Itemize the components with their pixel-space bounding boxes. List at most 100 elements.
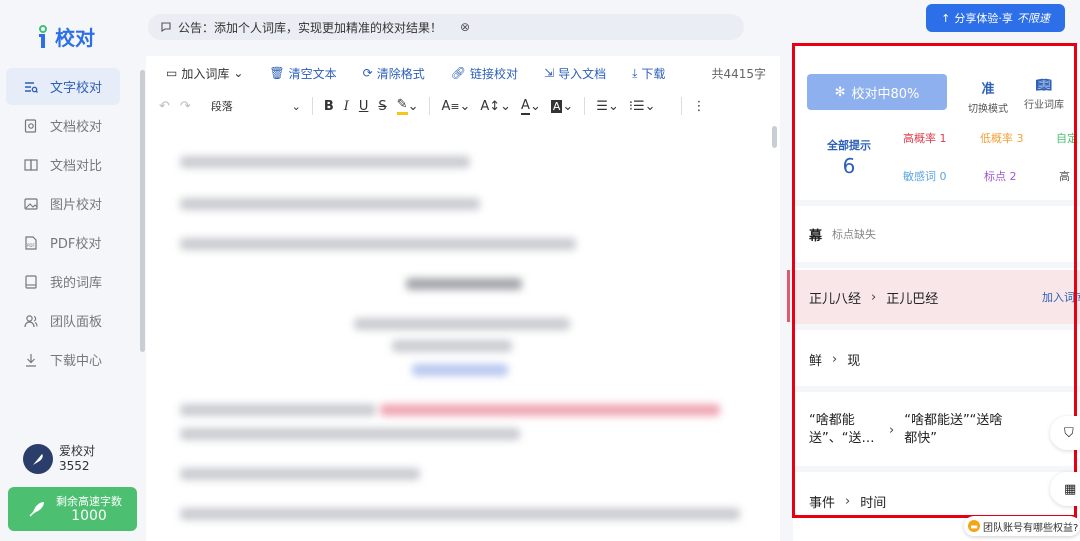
user-info: 爱校对 3552 [59,444,95,474]
clear-format-button[interactable]: ⟳ 清除格式 [363,65,425,82]
qr-code-icon[interactable]: ▦ [1050,472,1080,506]
sidebar-item-my-dictionary[interactable]: 我的词库 [6,263,120,300]
divider [429,97,431,115]
highlight-icon[interactable]: ✎ ⌄ [392,94,424,118]
undo-icon[interactable]: ↶ [154,94,175,118]
download-icon [24,353,38,367]
line-height-icon[interactable]: A↕⌄ [475,94,516,118]
switch-mode-button[interactable]: 准 切换模式 [968,78,1008,115]
sidebar-item-document-check[interactable]: 文档校对 [6,107,120,144]
logo-icon [39,24,47,48]
all-tips-tab[interactable]: 全部提示 6 [827,137,871,179]
switch-mode-label: 切换模式 [968,104,1008,115]
custom-tab[interactable]: 自定 [1056,130,1078,146]
link-check-button[interactable]: 🔗︎ 链接校对 [451,65,518,82]
spinner-icon: ✻ [834,84,846,100]
refresh-icon: ⟳ [362,66,373,80]
checking-progress-button[interactable]: ✻ 校对中80% [807,74,947,110]
rocket-icon [29,502,44,517]
issue-item[interactable]: 幕 标点缺失 [793,206,1080,262]
download-button[interactable]: ⤓ 下载 [632,65,665,82]
sidebar-item-text-check[interactable]: 文字校对 [6,68,120,105]
quota-button[interactable]: 剩余高速字数 1000 [8,487,137,531]
issue-original: 鲜 [809,353,823,369]
redo-icon[interactable]: ↷ [175,94,196,118]
sidebar-item-label: PDF校对 [50,237,102,252]
high-probability-tab[interactable]: 高概率 1 [903,130,947,146]
share-button[interactable]: ↑ 分享体验·享 不限速 [926,4,1065,32]
divider [680,97,682,115]
user-name: 爱校对 [59,444,96,458]
sidebar-item-document-compare[interactable]: 文档对比 [6,146,120,183]
add-dictionary-button[interactable]: ▭ 加入词库 ⌄ [166,65,243,82]
format-toolbar: ↶ ↷ 段落 ⌄ B I U S ✎ ⌄ A ≡ ⌄ A↕⌄ A ⌄ A ⌄ ☰⌄ ⁝☰⌄… [154,94,774,118]
issue-note: 标点缺失 [832,228,877,241]
feather-icon [33,454,43,465]
quota-label: 剩余高速字数 [56,495,122,508]
quota-text: 剩余高速字数 1000 [56,494,122,524]
notice-close-icon[interactable]: ⊗ [460,20,470,34]
bold-icon[interactable]: B [319,94,339,118]
issue-suggestion: 现 [847,353,861,369]
sidebar-item-label: 图片校对 [50,198,103,213]
issue-item[interactable]: “啥都能送”、“送… › “啥都能送”“送啥都快” [793,394,1080,466]
sidebar: 校对 文字校对 文档校对 文档对比 图片校对 PDF PDF校对 我的词库 团队… [0,0,145,541]
sidebar-item-pdf-check[interactable]: PDF PDF校对 [6,224,120,261]
chat-icon: ▬ [968,520,980,532]
user-id: 3552 [59,459,90,473]
add-to-dictionary-link[interactable]: 加入词库 [1042,289,1080,305]
sidebar-item-download-center[interactable]: 下载中心 [6,341,120,378]
shield-icon[interactable]: ⛉ [1050,416,1080,450]
italic-icon[interactable]: I [339,94,354,118]
sidebar-nav: 文字校对 文档校对 文档对比 图片校对 PDF PDF校对 我的词库 团队面板 … [6,68,120,380]
team-benefits-badge[interactable]: ▬ 团队账号有哪些权益? [964,516,1080,536]
mode-icon: 准 [981,82,995,97]
paragraph-select[interactable]: 段落 ⌄ [206,94,306,118]
checking-label: 校对中80% [851,86,920,102]
issue-item[interactable]: 鲜 › 现 [793,332,1080,386]
industry-dictionary-button[interactable]: 📖︎ 行业词库 [1024,78,1064,111]
font-size-icon[interactable]: A ≡ ⌄ [436,94,475,118]
punctuation-tab[interactable]: 标点 2 [984,168,1017,184]
document-check-icon [24,118,38,133]
align-icon[interactable]: ☰⌄ [591,94,624,118]
arrow-right-icon: › [845,493,851,509]
import-document-button[interactable]: ⇲ 导入文档 [544,65,606,82]
more-icon[interactable]: ⋮ [688,94,711,118]
paragraph-select-value: 段落 [210,100,233,113]
strikethrough-icon[interactable]: S [373,94,391,118]
underline-icon[interactable]: U [354,94,374,118]
sensitive-words-tab[interactable]: 敏感词 0 [903,168,947,184]
high-risk-tab[interactable]: 高 [1059,168,1070,184]
all-tips-label: 全部提示 [827,139,871,152]
panel-header: ✻ 校对中80% 准 切换模式 📖︎ 行业词库 全部提示 6 高概率 1 低概率… [793,44,1080,202]
clear-text-button[interactable]: 🗑︎ 清空文本 [269,65,336,82]
list-icon[interactable]: ⁝☰⌄ [624,94,661,118]
editor-scrollbar[interactable] [772,126,777,148]
issue-suggestion: 时间 [860,495,887,511]
text-check-icon [24,80,38,94]
issue-item-active[interactable]: 正儿八经 › 正儿巴经 加入词库 [793,270,1080,324]
image-check-icon [24,197,38,211]
clear-text-label: 清空文本 [288,66,337,81]
app-logo[interactable]: 校对 [35,22,95,51]
font-color-icon[interactable]: A ⌄ [516,94,546,118]
user-profile[interactable]: 爱校对 3552 [23,444,95,474]
editor-toolbar: ▭ 加入词库 ⌄ 🗑︎ 清空文本 ⟳ 清除格式 🔗︎ 链接校对 ⇲ 导入文档 ⤓… [166,64,766,82]
low-probability-tab[interactable]: 低概率 3 [980,130,1024,146]
sidebar-scrollbar[interactable] [140,70,145,352]
divider [793,386,1080,392]
clear-format-label: 清除格式 [376,66,425,81]
sidebar-item-label: 文档对比 [50,159,103,174]
download-icon: ⤓ [632,65,638,80]
document-content-blurred[interactable] [146,134,768,541]
link-icon: 🔗︎ [450,66,466,80]
editor: ▭ 加入词库 ⌄ 🗑︎ 清空文本 ⟳ 清除格式 🔗︎ 链接校对 ⇲ 导入文档 ⤓… [146,56,780,541]
pdf-icon: PDF [24,235,38,250]
sidebar-item-team-panel[interactable]: 团队面板 [6,302,120,339]
divider [793,324,1080,330]
sidebar-item-image-check[interactable]: 图片校对 [6,185,120,222]
arrow-right-icon: › [832,351,838,367]
team-badge-label: 团队账号有哪些权益? [983,522,1079,534]
background-color-icon[interactable]: A ⌄ [546,94,578,118]
